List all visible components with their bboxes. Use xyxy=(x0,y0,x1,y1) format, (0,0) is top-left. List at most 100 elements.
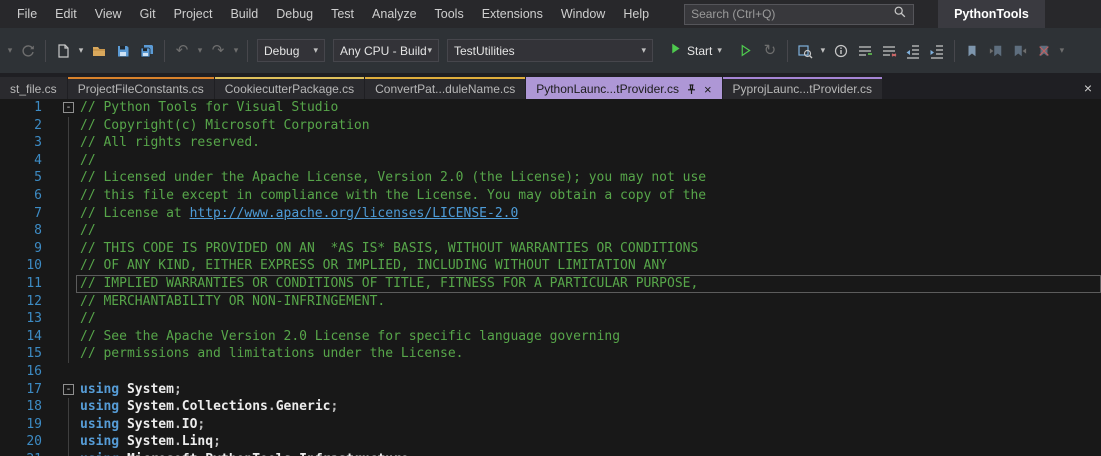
code-text[interactable]: using System.Collections.Generic; xyxy=(76,398,1101,416)
breakpoint-margin[interactable] xyxy=(0,117,14,135)
code-text[interactable]: // this file except in compliance with t… xyxy=(76,187,1101,205)
breakpoint-margin[interactable] xyxy=(0,205,14,223)
uncomment-icon[interactable] xyxy=(877,39,901,63)
next-bookmark-icon[interactable] xyxy=(1008,39,1032,63)
menu-item-debug[interactable]: Debug xyxy=(267,0,322,28)
menu-item-window[interactable]: Window xyxy=(552,0,614,28)
redo-caret-icon[interactable]: ▾ xyxy=(230,39,242,63)
tab-CookiecutterPackage.cs[interactable]: CookiecutterPackage.cs xyxy=(214,77,365,99)
toggle-bookmark-icon[interactable] xyxy=(960,39,984,63)
code-text[interactable]: // All rights reserved. xyxy=(76,134,1101,152)
breakpoint-margin[interactable] xyxy=(0,152,14,170)
fold-toggle[interactable]: - xyxy=(63,383,74,395)
breakpoint-margin[interactable] xyxy=(0,398,14,416)
tab-ConvertPat...duleName.cs[interactable]: ConvertPat...duleName.cs xyxy=(365,77,526,99)
code-text[interactable]: // THIS CODE IS PROVIDED ON AN *AS IS* B… xyxy=(76,240,1101,258)
open-file-icon[interactable] xyxy=(87,39,111,63)
redo-icon[interactable]: ↷ xyxy=(206,39,230,63)
menu-item-edit[interactable]: Edit xyxy=(46,0,86,28)
breakpoint-margin[interactable] xyxy=(0,240,14,258)
code-text[interactable] xyxy=(76,363,1101,381)
breakpoint-margin[interactable] xyxy=(0,257,14,275)
new-file-caret-icon[interactable]: ▾ xyxy=(75,39,87,63)
solution-platforms-combo[interactable]: Any CPU - Build / ▾ xyxy=(333,39,439,62)
find-icon[interactable] xyxy=(793,39,817,63)
code-text[interactable]: // Python Tools for Visual Studio xyxy=(76,99,1101,117)
code-text[interactable]: using System.Linq; xyxy=(76,433,1101,451)
code-text[interactable]: // permissions and limitations under the… xyxy=(76,345,1101,363)
pin-icon[interactable] xyxy=(686,83,697,95)
breakpoint-margin[interactable] xyxy=(0,134,14,152)
code-text[interactable]: // IMPLIED WARRANTIES OR CONDITIONS OF T… xyxy=(76,275,1101,293)
outlining-margin xyxy=(60,363,76,381)
breakpoint-margin[interactable] xyxy=(0,275,14,293)
code-text[interactable]: using System.IO; xyxy=(76,416,1101,434)
previous-bookmark-icon[interactable] xyxy=(984,39,1008,63)
breakpoint-margin[interactable] xyxy=(0,222,14,240)
menu-item-build[interactable]: Build xyxy=(221,0,267,28)
code-text[interactable]: // MERCHANTABILITY OR NON-INFRINGEMENT. xyxy=(76,293,1101,311)
solution-configurations-combo[interactable]: Debug ▾ xyxy=(257,39,325,62)
tab-st_file.cs[interactable]: st_file.cs xyxy=(0,77,67,99)
breakpoint-margin[interactable] xyxy=(0,433,14,451)
breakpoint-margin[interactable] xyxy=(0,416,14,434)
increase-indent-icon[interactable] xyxy=(925,39,949,63)
code-text[interactable]: // License at http://www.apache.org/lice… xyxy=(76,205,1101,223)
comment-icon[interactable] xyxy=(853,39,877,63)
breakpoint-margin[interactable] xyxy=(0,310,14,328)
navigate-forward-icon[interactable] xyxy=(16,39,40,63)
new-file-icon[interactable] xyxy=(51,39,75,63)
code-editor[interactable]: 1-// Python Tools for Visual Studio 2// C… xyxy=(0,99,1101,456)
startup-projects-combo[interactable]: TestUtilities ▾ xyxy=(447,39,653,62)
breakpoint-margin[interactable] xyxy=(0,363,14,381)
clear-bookmarks-icon[interactable] xyxy=(1032,39,1056,63)
tab-PythonLaunc...tProvider.cs[interactable]: PythonLaunc...tProvider.cs × xyxy=(526,77,722,99)
close-icon[interactable]: × xyxy=(704,82,712,97)
breakpoint-margin[interactable] xyxy=(0,187,14,205)
menu-item-help[interactable]: Help xyxy=(614,0,658,28)
code-text[interactable]: // xyxy=(76,222,1101,240)
toolbar-options-caret-icon[interactable]: ▾ xyxy=(1056,39,1068,63)
close-icon[interactable]: × xyxy=(1075,77,1101,99)
menu-item-project[interactable]: Project xyxy=(165,0,222,28)
navigate-history-caret-icon[interactable]: ▾ xyxy=(4,39,16,63)
menu-item-test[interactable]: Test xyxy=(322,0,363,28)
search-box[interactable] xyxy=(684,3,915,25)
breakpoint-margin[interactable] xyxy=(0,293,14,311)
find-caret-icon[interactable]: ▾ xyxy=(817,39,829,63)
fold-toggle[interactable]: - xyxy=(63,102,74,113)
decrease-indent-icon[interactable] xyxy=(901,39,925,63)
save-icon[interactable] xyxy=(111,39,135,63)
code-text[interactable]: // Copyright(c) Microsoft Corporation xyxy=(76,117,1101,135)
breakpoint-margin[interactable] xyxy=(0,328,14,346)
menu-item-analyze[interactable]: Analyze xyxy=(363,0,425,28)
hyperlink[interactable]: http://www.apache.org/licenses/LICENSE-2… xyxy=(190,206,519,221)
search-input[interactable] xyxy=(691,7,894,21)
code-text[interactable]: // xyxy=(76,310,1101,328)
start-debugging-button[interactable]: Start ▾ xyxy=(661,39,730,63)
code-text[interactable]: // Licensed under the Apache License, Ve… xyxy=(76,169,1101,187)
save-all-icon[interactable] xyxy=(135,39,159,63)
quick-info-icon[interactable] xyxy=(829,39,853,63)
code-text[interactable]: // OF ANY KIND, EITHER EXPRESS OR IMPLIE… xyxy=(76,257,1101,275)
tab-PyprojLaunc...tProvider.cs[interactable]: PyprojLaunc...tProvider.cs xyxy=(722,77,882,99)
start-without-debugging-icon[interactable] xyxy=(734,39,758,63)
breakpoint-margin[interactable] xyxy=(0,169,14,187)
menu-item-file[interactable]: File xyxy=(8,0,46,28)
code-text[interactable]: // xyxy=(76,152,1101,170)
menu-item-view[interactable]: View xyxy=(86,0,131,28)
menu-item-git[interactable]: Git xyxy=(131,0,165,28)
hot-reload-icon[interactable]: ↻ xyxy=(758,39,782,63)
breakpoint-margin[interactable] xyxy=(0,451,14,456)
code-text[interactable]: using Microsoft.PythonTools.Infrastructu… xyxy=(76,451,1101,456)
menu-item-extensions[interactable]: Extensions xyxy=(473,0,552,28)
code-text[interactable]: // See the Apache Version 2.0 License fo… xyxy=(76,328,1101,346)
undo-icon[interactable]: ↶ xyxy=(170,39,194,63)
tab-ProjectFileConstants.cs[interactable]: ProjectFileConstants.cs xyxy=(67,77,214,99)
menu-item-tools[interactable]: Tools xyxy=(426,0,473,28)
breakpoint-margin[interactable] xyxy=(0,345,14,363)
code-text[interactable]: using System; xyxy=(76,381,1101,399)
undo-caret-icon[interactable]: ▾ xyxy=(194,39,206,63)
breakpoint-margin[interactable] xyxy=(0,99,14,117)
breakpoint-margin[interactable] xyxy=(0,381,14,399)
